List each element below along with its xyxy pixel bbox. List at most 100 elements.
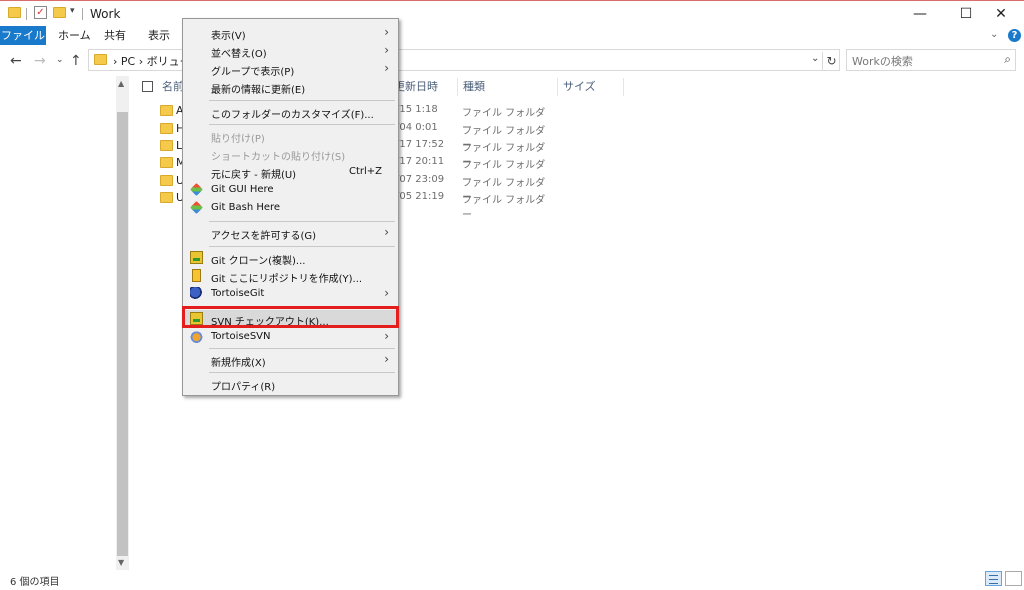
search-box[interactable]: Workの検索 ⌕ (846, 49, 1016, 71)
menu-item-label: プロパティ(R) (211, 382, 276, 393)
search-icon[interactable]: ⌕ (1004, 52, 1011, 67)
menu-item-label: ショートカットの貼り付け(S) (211, 152, 346, 163)
column-divider[interactable] (557, 78, 558, 96)
address-row: ← → ⌄ ↑ › PC › ボリューム ⌄ ↻ Workの検索 ⌕ (0, 46, 1024, 76)
menu-item-refresh[interactable]: 最新の情報に更新(E) (183, 78, 398, 96)
submenu-arrow-icon: › (384, 43, 389, 57)
tab-share[interactable]: 共有 (98, 26, 132, 45)
menu-divider (209, 124, 395, 125)
tab-file[interactable]: ファイル (0, 26, 46, 45)
menu-item-group-by[interactable]: グループで表示(P) › (183, 60, 398, 78)
title-bar: ✓ ▾ Work — ☐ ✕ (0, 0, 1024, 26)
menu-item-label: Git クローン(複製)... (211, 256, 306, 267)
menu-divider (209, 348, 395, 349)
menu-item-label: TortoiseGit (211, 288, 265, 299)
tab-view[interactable]: 表示 (142, 26, 176, 45)
properties-check-icon[interactable]: ✓ (34, 6, 47, 19)
column-header-type[interactable]: 種類 (463, 78, 485, 96)
menu-item-label: 最新の情報に更新(E) (211, 85, 306, 96)
menu-item-git-bash[interactable]: Git Bash Here (183, 199, 398, 217)
forward-arrow-icon[interactable]: → (34, 53, 46, 69)
menu-item-new[interactable]: 新規作成(X) › (183, 351, 398, 369)
folder-icon (160, 123, 173, 134)
menu-item-git-clone[interactable]: Git クローン(複製)... (183, 249, 398, 267)
menu-item-label: 表示(V) (211, 31, 246, 42)
scroll-up-icon[interactable]: ▲ (118, 79, 124, 88)
menu-item-label: Git ここにリポジトリを作成(Y)... (211, 274, 363, 285)
submenu-arrow-icon: › (384, 25, 389, 39)
address-dropdown-icon[interactable]: ⌄ (811, 53, 819, 64)
menu-divider (209, 246, 395, 247)
menu-item-label: Git GUI Here (211, 184, 274, 195)
recent-locations-icon[interactable]: ⌄ (56, 55, 64, 65)
menu-item-label: TortoiseSVN (211, 331, 271, 342)
menu-item-label: 並べ替え(O) (211, 49, 267, 60)
column-divider[interactable] (457, 78, 458, 96)
column-header-name[interactable]: 名前 (162, 78, 184, 96)
file-type: ファイル フォルダー (462, 195, 546, 221)
file-date: /15 1:18 (396, 104, 438, 115)
folder-icon (160, 157, 173, 168)
close-button[interactable]: ✕ (978, 1, 1024, 27)
menu-item-label: グループで表示(P) (211, 67, 295, 78)
ribbon-tabs: ファイル ホーム 共有 表示 ⌄ ? (0, 26, 1024, 45)
git-bash-icon (190, 201, 203, 214)
tab-home[interactable]: ホーム (52, 26, 97, 45)
large-icons-view-icon[interactable] (1005, 571, 1022, 586)
menu-item-give-access[interactable]: アクセスを許可する(G) › (183, 224, 398, 242)
search-input[interactable]: Workの検索 (852, 53, 913, 69)
column-header-date[interactable]: 更新日時 (394, 78, 438, 96)
window-title: Work (90, 7, 121, 21)
menu-item-tortoisesvn[interactable]: TortoiseSVN › (183, 328, 398, 346)
menu-item-paste[interactable]: 貼り付け(P) (183, 127, 398, 145)
folder-icon (160, 105, 173, 116)
submenu-arrow-icon: › (384, 329, 389, 343)
menu-item-sort[interactable]: 並べ替え(O) › (183, 42, 398, 60)
status-item-count: 6 個の項目 (10, 577, 60, 588)
nav-pane-scrollbar[interactable]: ▲ ▼ (116, 76, 129, 570)
scroll-down-icon[interactable]: ▼ (118, 558, 124, 567)
file-date: /05 21:19 (396, 191, 445, 202)
menu-item-git-create-repo[interactable]: Git ここにリポジトリを作成(Y)... (183, 267, 398, 285)
file-date: /17 17:52 (396, 139, 445, 150)
menu-item-git-gui[interactable]: Git GUI Here (183, 181, 398, 199)
menu-item-paste-shortcut[interactable]: ショートカットの貼り付け(S) (183, 145, 398, 163)
file-date: /07 23:09 (396, 174, 445, 185)
menu-item-undo-new[interactable]: 元に戻す - 新規(U) Ctrl+Z (183, 163, 398, 181)
select-all-checkbox[interactable] (142, 81, 153, 92)
menu-item-properties[interactable]: プロパティ(R) (183, 375, 398, 393)
menu-item-view[interactable]: 表示(V) › (183, 24, 398, 42)
ribbon-expand-icon[interactable]: ⌄ (990, 29, 998, 40)
refresh-icon[interactable]: ↻ (822, 52, 840, 70)
quick-access-dropdown-icon[interactable]: ▾ (70, 6, 75, 16)
menu-item-label: このフォルダーのカスタマイズ(F)... (211, 110, 374, 121)
details-view-icon[interactable] (985, 571, 1002, 586)
git-gui-icon (190, 183, 203, 196)
submenu-arrow-icon: › (384, 225, 389, 239)
menu-divider (209, 100, 395, 101)
submenu-arrow-icon: › (384, 61, 389, 75)
up-arrow-icon[interactable]: ↑ (70, 53, 82, 69)
menu-item-label: アクセスを許可する(G) (211, 231, 317, 242)
column-divider[interactable] (623, 78, 624, 96)
menu-item-tortoisegit[interactable]: TortoiseGit › (183, 285, 398, 303)
tortoisegit-icon (190, 287, 203, 300)
folder-icon (8, 7, 21, 18)
file-date: /17 20:11 (396, 156, 445, 167)
menu-item-shortcut: Ctrl+Z (348, 166, 382, 177)
column-header-size[interactable]: サイズ (563, 78, 596, 96)
minimize-button[interactable]: — (897, 1, 943, 27)
new-folder-icon[interactable] (53, 7, 66, 18)
folder-icon (94, 54, 107, 65)
file-date: /04 0:01 (396, 122, 438, 133)
back-arrow-icon[interactable]: ← (10, 53, 22, 69)
folder-icon (160, 140, 173, 151)
menu-item-customize-folder[interactable]: このフォルダーのカスタマイズ(F)... (183, 103, 398, 121)
menu-divider (209, 372, 395, 373)
help-icon[interactable]: ? (1008, 29, 1021, 42)
divider (82, 8, 83, 20)
scrollbar-thumb[interactable] (117, 112, 128, 556)
menu-item-label: 貼り付け(P) (211, 134, 265, 145)
menu-divider (209, 221, 395, 222)
divider (26, 8, 27, 20)
